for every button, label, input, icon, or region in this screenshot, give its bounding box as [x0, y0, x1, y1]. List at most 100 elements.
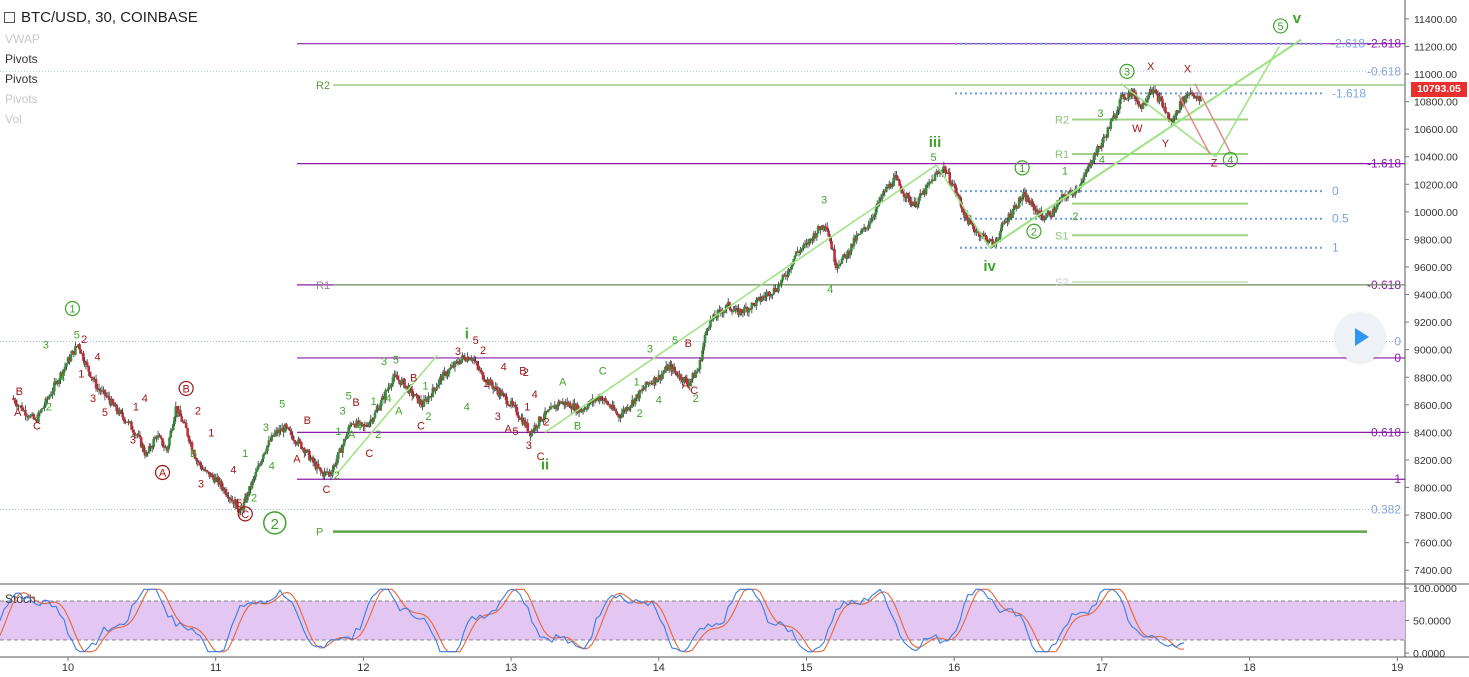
- candle: [97, 383, 101, 395]
- x-tick-label: 12: [357, 662, 369, 674]
- wave-label: 2: [480, 345, 486, 357]
- pivot-small-label: R1: [1055, 149, 1069, 161]
- candle: [184, 419, 188, 429]
- candle-body: [1010, 214, 1014, 218]
- indicator-vol[interactable]: Vol: [5, 112, 22, 126]
- y-tick-label: 8800.00: [1414, 372, 1452, 384]
- wave-label: 5: [393, 354, 399, 366]
- candle-body: [115, 404, 119, 412]
- candle-body: [273, 432, 277, 437]
- wave-label: i: [465, 326, 469, 343]
- candle-body: [480, 370, 483, 373]
- candle-body: [449, 367, 452, 370]
- candle-body: [601, 399, 604, 401]
- candle-body: [85, 362, 89, 366]
- candle-body: [38, 412, 42, 414]
- candle-body: [184, 422, 188, 429]
- candle: [1152, 86, 1155, 98]
- wave-label: 1: [1062, 166, 1068, 178]
- candle: [870, 214, 873, 223]
- candle: [808, 238, 811, 247]
- candle-body: [709, 319, 712, 328]
- wave-label: iii: [929, 134, 942, 151]
- wave-label: 2: [693, 393, 699, 405]
- candle-body: [830, 241, 833, 250]
- candle: [948, 167, 952, 186]
- candle: [536, 425, 539, 432]
- candle: [780, 279, 783, 288]
- wave-label: 5: [102, 407, 108, 419]
- wave-label: A: [559, 377, 567, 389]
- wave-label: 2: [637, 408, 643, 420]
- candle-body: [1164, 106, 1167, 113]
- candle-body: [25, 415, 29, 417]
- candle: [441, 369, 445, 381]
- candle-body: [1159, 96, 1163, 99]
- candle-body: [695, 370, 699, 373]
- candle: [122, 416, 126, 424]
- y-tick-label: 11000.00: [1414, 69, 1457, 81]
- y-tick-label: 10200.00: [1414, 179, 1458, 191]
- candle-body: [1097, 146, 1101, 148]
- candle-body: [948, 172, 952, 183]
- candle-body: [373, 412, 377, 418]
- candle-body: [972, 224, 975, 230]
- candle-body: [895, 174, 898, 179]
- candle-body: [186, 428, 189, 437]
- candle-body: [158, 435, 161, 437]
- wave-label: 1: [208, 428, 214, 440]
- wave-projection-line: [544, 164, 937, 434]
- indicator-pivots-3[interactable]: Pivots: [5, 92, 38, 106]
- candle-body: [394, 374, 398, 377]
- wave-label: 2: [195, 405, 201, 417]
- candle-body: [385, 390, 389, 392]
- candle: [422, 394, 426, 408]
- candle-body: [1153, 89, 1157, 91]
- candle-body: [957, 194, 960, 197]
- candle: [1141, 101, 1145, 110]
- y-tick-label: 7800.00: [1414, 510, 1452, 522]
- play-button[interactable]: [1335, 312, 1385, 362]
- indicator-vwap[interactable]: VWAP: [5, 32, 40, 46]
- wave-label: 3: [198, 479, 204, 491]
- candle-body: [917, 198, 921, 205]
- y-tick-label: 8400.00: [1414, 427, 1452, 439]
- pivot-label: P: [316, 527, 323, 539]
- wave-label: 2: [425, 411, 431, 423]
- candle-body: [1044, 217, 1048, 219]
- wave-label: 3: [90, 393, 96, 405]
- x-tick-label: 16: [948, 662, 960, 674]
- wave-label: 1: [78, 368, 84, 380]
- wave-label: X: [1147, 61, 1155, 73]
- candle: [341, 443, 345, 458]
- candle-body: [456, 361, 460, 364]
- candle-body: [472, 359, 476, 361]
- candle: [859, 228, 863, 235]
- candle-body: [1119, 94, 1123, 100]
- indicator-pivots-2[interactable]: Pivots: [5, 72, 38, 86]
- indicator-pivots-1[interactable]: Pivots: [5, 52, 38, 66]
- x-tick-label: 19: [1391, 662, 1403, 674]
- candle-body: [447, 369, 451, 374]
- candle-body: [604, 398, 607, 401]
- chart-canvas[interactable]: 7400.00 7600.00 7800.00 8000.00 8200.00 8400.…: [0, 0, 1469, 677]
- candle-body: [506, 404, 510, 406]
- wave-label: 2: [334, 470, 340, 482]
- candle-body: [780, 279, 783, 285]
- wave-label: 4: [59, 372, 65, 384]
- collapse-icon[interactable]: [4, 11, 15, 23]
- candle-body: [365, 424, 368, 426]
- candle-body: [294, 440, 297, 444]
- wave-label: 1: [483, 378, 489, 390]
- candle-body: [1072, 194, 1076, 196]
- wave-label: 3: [647, 343, 653, 355]
- candle-body: [121, 412, 124, 418]
- candle-body: [344, 438, 347, 440]
- candle-body: [412, 395, 415, 397]
- y-tick-label: 11200.00: [1414, 41, 1457, 53]
- candle-body: [983, 235, 987, 237]
- wave-label: 1: [1019, 163, 1025, 175]
- candle-body: [873, 214, 876, 217]
- candle-body: [740, 309, 743, 313]
- candle-body: [63, 366, 67, 370]
